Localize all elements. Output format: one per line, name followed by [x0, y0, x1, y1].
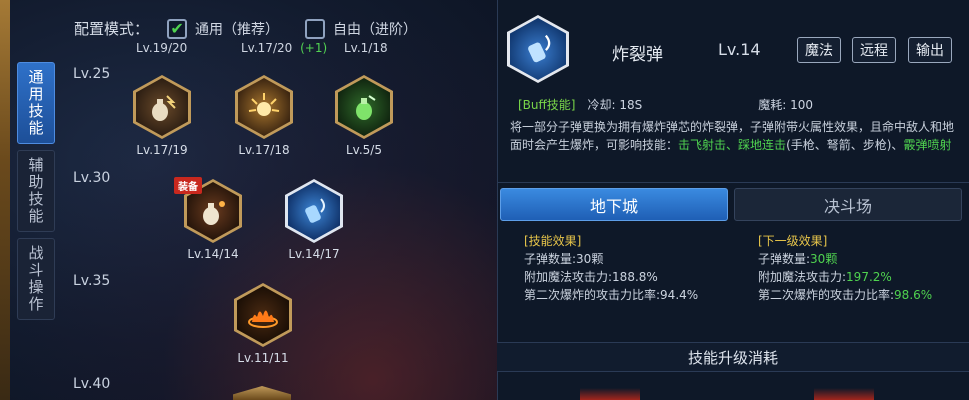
skill-node-frag-equip[interactable]: 装备 Lv.14/14	[174, 177, 244, 261]
tab-combat-controls[interactable]: 战斗操作	[17, 238, 55, 320]
level-label: Lv.40	[73, 376, 111, 392]
skill-level: Lv.14/14	[187, 247, 239, 261]
tab-support-skills[interactable]: 辅助技能	[17, 150, 55, 232]
effect-line: 第二次爆炸的攻击力比率:94.4%	[524, 288, 699, 302]
burst-icon	[248, 93, 280, 116]
hand-grenade-icon	[152, 95, 176, 121]
frame-edge	[0, 0, 10, 400]
skill-level: Lv.11/11	[237, 351, 289, 365]
effect-line: 子弹数量:30颗	[758, 252, 838, 266]
check-icon: ✔	[170, 18, 184, 38]
partial-skill-level: Lv.1/18	[344, 41, 388, 55]
option-free[interactable]: 自由（进阶）	[305, 18, 418, 39]
equipped-badge: 装备	[174, 177, 202, 194]
config-mode-label: 配置模式：	[74, 20, 150, 38]
cost-item	[814, 388, 874, 400]
tab-general-skills[interactable]: 通用技能	[17, 62, 55, 144]
partial-skill-level: Lv.17/20 (+1)	[241, 41, 327, 55]
next-level-effects: [下一级效果] 子弹数量:30颗 附加魔法攻击力:197.2% 第二次爆炸的攻击…	[758, 232, 932, 304]
cooldown-text: 冷却: 18S	[587, 98, 643, 112]
skill-description: 将一部分子弹更换为拥有爆炸弹芯的炸裂弹，子弹附带火属性效果，且命中敌人和地面时会…	[510, 118, 958, 154]
upgrade-cost-header: 技能升级消耗	[497, 342, 969, 372]
skill-node-grenade-hand[interactable]: Lv.17/19	[131, 75, 193, 157]
tab-pvp-arena[interactable]: 决斗场	[734, 188, 962, 221]
option-free-label: 自由（进阶）	[333, 21, 418, 38]
checkbox-free[interactable]	[305, 18, 326, 39]
effect-line: 子弹数量:30颗	[524, 252, 604, 266]
divider	[497, 182, 969, 183]
level-label: Lv.30	[73, 170, 111, 186]
skill-node-burst-fire[interactable]: Lv.17/18	[233, 75, 295, 157]
affected-skill: 霰弹喷射	[903, 138, 952, 152]
option-general[interactable]: ✔ 通用（推荐）	[167, 18, 280, 39]
next-effects-title: [下一级效果]	[758, 234, 828, 248]
side-tabs: 通用技能 辅助技能 战斗操作	[17, 62, 55, 326]
effect-line: 附加魔法攻击力:188.8%	[524, 270, 658, 284]
tag-ranged: 远程	[852, 37, 896, 63]
config-mode-bar: 配置模式： ✔ 通用（推荐） 自由（进阶）	[74, 18, 443, 39]
affected-sep: 、	[726, 138, 739, 152]
skill-name: 炸裂弹	[612, 45, 663, 65]
blue-bottle-icon	[305, 198, 325, 223]
tag-damage: 输出	[908, 37, 952, 63]
skill-level: Lv.17/18	[238, 143, 290, 157]
effect-line: 附加魔法攻击力:197.2%	[758, 270, 892, 284]
current-effects: [技能效果] 子弹数量:30颗 附加魔法攻击力:188.8% 第二次爆炸的攻击力…	[524, 232, 698, 304]
mp-cost-text: 魔耗: 100	[758, 98, 813, 112]
partial-level-text: Lv.17/20	[241, 41, 293, 55]
level-label: Lv.25	[73, 66, 111, 82]
fire-ring-icon	[248, 310, 278, 328]
affected-skill: 击飞射击	[678, 138, 727, 152]
tab-dungeon[interactable]: 地下城	[500, 188, 728, 221]
buff-skill-label: [Buff技能]	[518, 98, 576, 112]
skill-node-fire-ring[interactable]: Lv.11/11	[232, 283, 294, 365]
tag-magic: 魔法	[797, 37, 841, 63]
checkbox-general[interactable]: ✔	[167, 18, 188, 39]
cost-item	[580, 388, 640, 400]
skill-node-green-grenade[interactable]: Lv.5/5	[333, 75, 395, 157]
skill-level: Lv.5/5	[346, 143, 382, 157]
partial-skill-level: Lv.19/20	[136, 41, 188, 55]
skill-stats-line: [Buff技能] 冷却: 18S 魔耗: 100	[518, 96, 813, 113]
option-general-label: 通用（推荐）	[195, 21, 280, 38]
description-tail: (手枪、弩箭、步枪)、	[786, 138, 904, 152]
current-effects-title: [技能效果]	[524, 234, 582, 248]
skill-level: Lv.17/19	[136, 143, 188, 157]
effect-line: 第二次爆炸的攻击力比率:98.6%	[758, 288, 933, 302]
skill-node-blue-bottle[interactable]: Lv.14/17	[283, 179, 345, 261]
affected-skill: 踩地连击	[738, 138, 787, 152]
partial-level-bonus: (+1)	[300, 41, 328, 55]
frag-icon	[203, 201, 225, 225]
blue-bottle-icon	[528, 34, 551, 63]
level-label: Lv.35	[73, 273, 111, 289]
skill-level: Lv.14/17	[288, 247, 340, 261]
skill-level-current: Lv.14	[718, 40, 761, 59]
green-grenade-icon	[356, 95, 376, 120]
